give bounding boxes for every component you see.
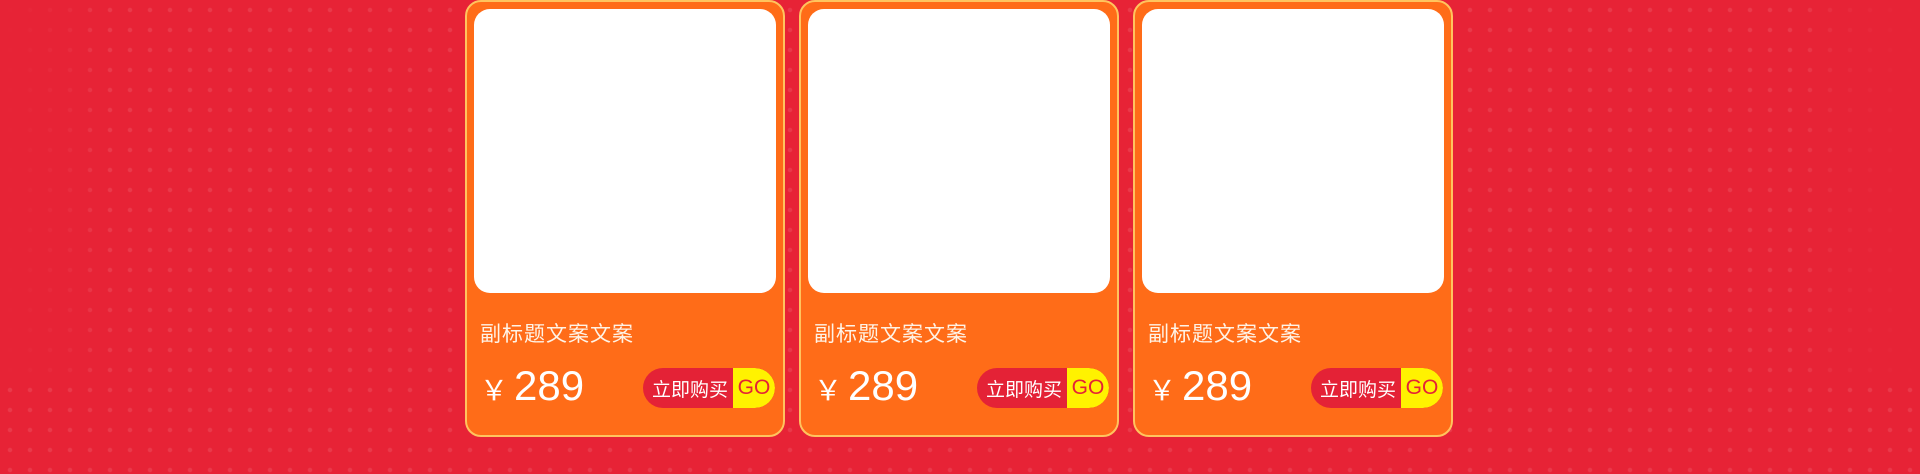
price-value: 289: [1182, 362, 1253, 409]
go-badge: GO: [1067, 368, 1109, 408]
product-subtitle: 副标题文案文案: [1148, 322, 1302, 346]
buy-now-button[interactable]: 立即购买 GO: [643, 368, 775, 408]
product-price: ￥ 289: [814, 362, 918, 410]
product-card[interactable]: 副标题文案文案 ￥ 289 立即购买 GO: [465, 0, 785, 437]
background-fade-right: [1800, 0, 1920, 380]
go-badge: GO: [1401, 368, 1443, 408]
currency-symbol: ￥: [480, 374, 509, 407]
product-image-placeholder[interactable]: [808, 9, 1110, 293]
price-value: 289: [514, 362, 585, 409]
product-price: ￥ 289: [1148, 362, 1252, 410]
currency-symbol: ￥: [1148, 374, 1177, 407]
buy-now-button[interactable]: 立即购买 GO: [977, 368, 1109, 408]
buy-now-label: 立即购买: [1319, 378, 1396, 401]
product-card[interactable]: 副标题文案文案 ￥ 289 立即购买 GO: [1133, 0, 1453, 437]
product-image-placeholder[interactable]: [474, 9, 776, 293]
product-price: ￥ 289: [480, 362, 584, 410]
product-subtitle: 副标题文案文案: [814, 322, 968, 346]
product-image-placeholder[interactable]: [1142, 9, 1444, 293]
product-card[interactable]: 副标题文案文案 ￥ 289 立即购买 GO: [799, 0, 1119, 437]
product-subtitle: 副标题文案文案: [480, 322, 634, 346]
background-fade-left: [0, 0, 100, 380]
buy-now-label: 立即购买: [651, 378, 728, 401]
price-value: 289: [848, 362, 919, 409]
buy-now-label: 立即购买: [985, 378, 1062, 401]
currency-symbol: ￥: [814, 374, 843, 407]
product-card-list: 副标题文案文案 ￥ 289 立即购买 GO 副标题文案文案 ￥ 289 立即购买…: [465, 0, 1453, 437]
go-badge: GO: [733, 368, 775, 408]
buy-now-button[interactable]: 立即购买 GO: [1311, 368, 1443, 408]
